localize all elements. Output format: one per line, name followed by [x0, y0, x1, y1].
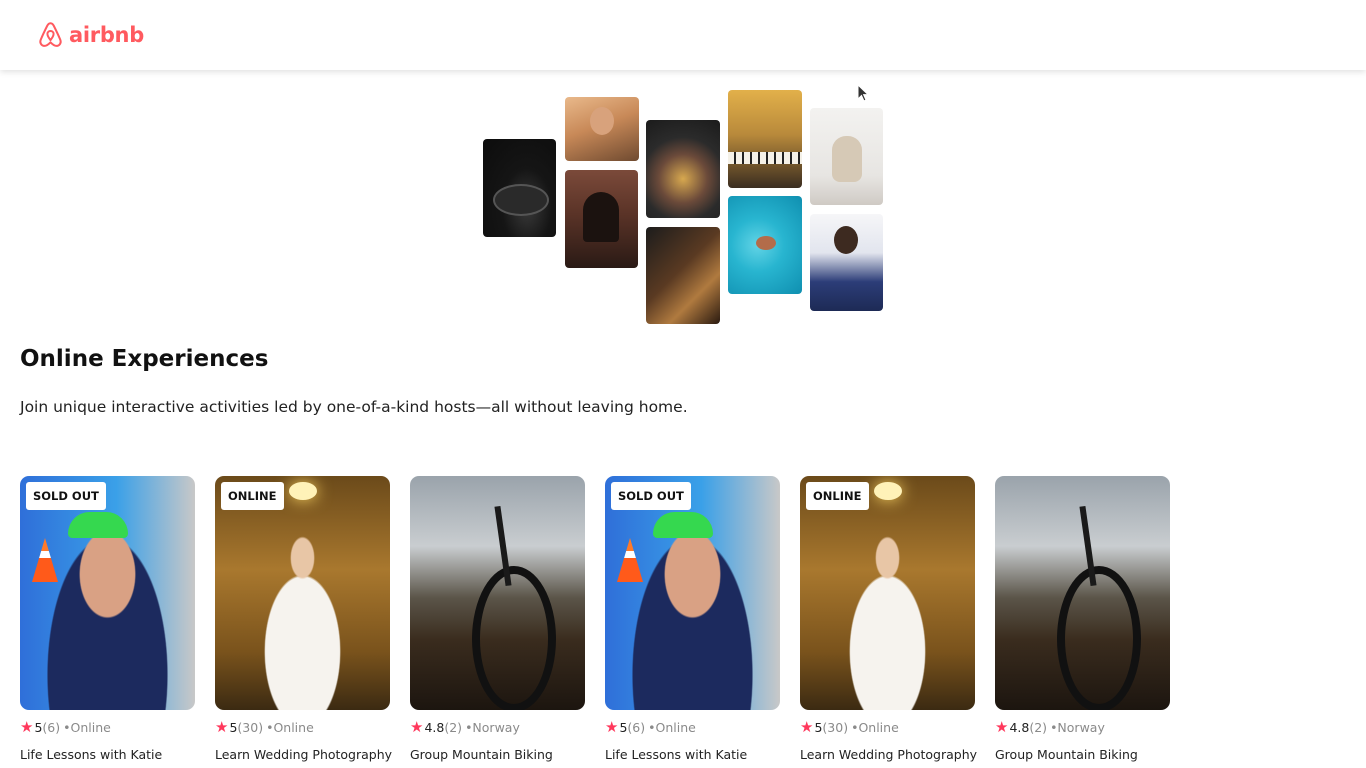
card-rating: ★ 5 (30) •Online [215, 718, 390, 736]
experience-card[interactable]: ONLINE ★ 5 (30) •Online Learn Wedding Ph… [800, 476, 977, 762]
bride-photo: ONLINE [215, 476, 390, 710]
card-title[interactable]: Group Mountain Biking [410, 747, 585, 762]
doorway-dancer-photo [565, 170, 638, 268]
card-location: •Norway [1050, 720, 1105, 735]
card-location: •Online [851, 720, 899, 735]
review-count: (30) [822, 720, 849, 735]
card-location: •Norway [465, 720, 520, 735]
star-icon: ★ [605, 718, 619, 736]
airbnb-logo[interactable]: airbnb [36, 20, 144, 50]
star-icon: ★ [995, 718, 1009, 736]
review-count: (6) [627, 720, 646, 735]
experience-card[interactable]: ONLINE ★ 5 (30) •Online Learn Wedding Ph… [215, 476, 392, 762]
cooking-photo [483, 139, 556, 237]
card-title[interactable]: Group Mountain Biking [995, 747, 1170, 762]
experience-card[interactable]: ★ 4.8 (2) •Norway Group Mountain Biking [410, 476, 585, 762]
hero-collage [483, 90, 883, 324]
rating-value: 5 [814, 720, 823, 735]
experience-card[interactable]: ★ 4.8 (2) •Norway Group Mountain Biking [995, 476, 1170, 762]
singer-photo [810, 214, 883, 311]
rating-value: 4.8 [1009, 720, 1030, 735]
rating-value: 5 [34, 720, 43, 735]
rating-value: 5 [229, 720, 238, 735]
status-badge: ONLINE [806, 482, 869, 510]
piano-singer-photo [728, 90, 802, 188]
review-count: (30) [237, 720, 264, 735]
star-icon: ★ [20, 718, 34, 736]
status-badge: SOLD OUT [611, 482, 691, 510]
card-rating: ★ 5 (6) •Online [20, 718, 195, 736]
card-title[interactable]: Learn Wedding Photography [800, 747, 977, 762]
experience-card[interactable]: SOLD OUT ★ 5 (6) •Online Life Lessons wi… [605, 476, 780, 762]
star-icon: ★ [800, 718, 814, 736]
review-count: (2) [1029, 720, 1048, 735]
navbar: airbnb [0, 0, 1366, 70]
airbnb-belo-icon [39, 22, 62, 47]
swimmer-photo [728, 196, 802, 294]
woman-portrait-photo [565, 97, 639, 161]
section-title: Online Experiences [20, 346, 269, 372]
brand-name: airbnb [69, 23, 144, 47]
food-bowl-photo [646, 120, 720, 218]
mountain-bike-photo [410, 476, 585, 710]
card-title[interactable]: Life Lessons with Katie [605, 747, 780, 762]
card-rating: ★ 5 (30) •Online [800, 718, 975, 736]
swimmer-athlete-photo: SOLD OUT [20, 476, 195, 710]
card-location: •Online [266, 720, 314, 735]
status-badge: ONLINE [221, 482, 284, 510]
card-rating: ★ 5 (6) •Online [605, 718, 780, 736]
review-count: (2) [444, 720, 463, 735]
review-count: (6) [42, 720, 61, 735]
card-title[interactable]: Life Lessons with Katie [20, 747, 195, 762]
rating-value: 4.8 [424, 720, 445, 735]
mountain-bike-photo [995, 476, 1170, 710]
guitar-photo [646, 227, 720, 324]
star-icon: ★ [410, 718, 424, 736]
mouse-pointer-icon [857, 84, 869, 102]
status-badge: SOLD OUT [26, 482, 106, 510]
experience-cards: SOLD OUT ★ 5 (6) •Online Life Lessons wi… [20, 476, 1170, 762]
swimmer-athlete-photo: SOLD OUT [605, 476, 780, 710]
bride-photo: ONLINE [800, 476, 975, 710]
card-location: •Online [63, 720, 111, 735]
experience-card[interactable]: SOLD OUT ★ 5 (6) •Online Life Lessons wi… [20, 476, 195, 762]
section-description: Join unique interactive activities led b… [20, 398, 688, 416]
card-rating: ★ 4.8 (2) •Norway [410, 718, 585, 736]
card-rating: ★ 4.8 (2) •Norway [995, 718, 1170, 736]
yoga-photo [810, 108, 883, 205]
card-title[interactable]: Learn Wedding Photography [215, 747, 392, 762]
rating-value: 5 [619, 720, 628, 735]
card-location: •Online [648, 720, 696, 735]
star-icon: ★ [215, 718, 229, 736]
